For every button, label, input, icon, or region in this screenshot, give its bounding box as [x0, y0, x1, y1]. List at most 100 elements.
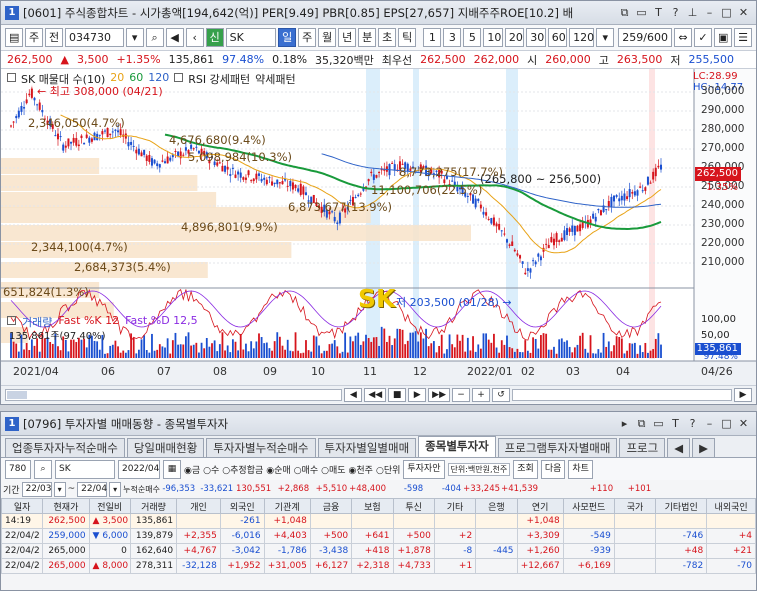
period-year[interactable]: 년: [338, 28, 357, 47]
interval-30[interactable]: 30: [526, 28, 546, 47]
table-row[interactable]: 22/04/2 265,000 0 162,640 +4,767 -3,042 -1,786…: [0, 543, 756, 559]
investor-code-input[interactable]: 780: [5, 459, 31, 479]
column-header[interactable]: 금융: [309, 498, 353, 514]
interval-20[interactable]: 20: [504, 28, 525, 47]
column-header[interactable]: 전일비: [88, 498, 131, 514]
stop-icon[interactable]: ■: [388, 387, 407, 402]
column-header[interactable]: 외국인: [219, 498, 265, 514]
radio-estimate[interactable]: ○추정합금: [222, 463, 263, 476]
link-icon[interactable]: T: [652, 6, 665, 19]
interval-1[interactable]: 1: [423, 28, 442, 47]
scroll-right-icon[interactable]: ▶▶: [428, 387, 450, 402]
chart-titlebar[interactable]: 1 [0601] 주식종합차트 - 시가총액[194,642(억)] PER[9…: [1, 1, 756, 25]
tab-scroll-left-icon[interactable]: ◀: [667, 438, 691, 457]
period-from[interactable]: 22/03: [21, 481, 52, 497]
table-row[interactable]: 14:19 262,500 ▲ 3,500 135,861 -261 +1,048 +1,0…: [0, 513, 756, 529]
tab-program-investor[interactable]: 프로그램투자자별매매: [497, 438, 618, 457]
tab-sector-cumulative[interactable]: 업종투자자누적순매수: [5, 438, 125, 457]
investor-guide-button[interactable]: 투자자안: [403, 459, 445, 479]
investor-titlebar[interactable]: 1 [0796] 투자자별 매매동향 - 종목별투자자 ▸ ⧉ ▭ T ? – …: [1, 412, 756, 436]
sound-icon[interactable]: ◀: [165, 28, 184, 47]
column-header[interactable]: 기타: [433, 498, 477, 514]
prev-stock-icon[interactable]: ‹: [185, 28, 204, 47]
radio-sell[interactable]: ○매도: [321, 463, 345, 476]
minimize-window-icon[interactable]: –: [703, 6, 716, 19]
link2-icon[interactable]: T: [669, 417, 682, 430]
interval-60[interactable]: 60: [547, 28, 568, 47]
maximize-icon[interactable]: □: [720, 6, 733, 19]
chart-area[interactable]: SK 매물대 수(10) 20 60 120 RSI 강세패턴 약세패턴 ← 최…: [1, 69, 756, 385]
column-header[interactable]: 일자: [0, 498, 44, 514]
period-minute[interactable]: 분: [358, 28, 377, 47]
tab-investor-daily[interactable]: 투자자별일별매매: [317, 438, 417, 457]
radio-qty[interactable]: ○수: [203, 463, 219, 476]
radio-unit[interactable]: ○단위: [376, 463, 400, 476]
stock-name-field[interactable]: SK: [225, 28, 277, 47]
interval-5[interactable]: 5: [463, 28, 482, 47]
period-second[interactable]: 초: [378, 28, 397, 47]
investor-name-field[interactable]: SK: [55, 459, 115, 479]
minimize-icon[interactable]: ▭: [635, 6, 648, 19]
pin-icon[interactable]: ⊥: [686, 6, 699, 19]
period-to-calendar-icon[interactable]: ▾: [109, 481, 122, 497]
help2-icon[interactable]: ?: [686, 417, 699, 430]
zoom-out-icon[interactable]: ◀: [344, 387, 363, 402]
radio-buy[interactable]: ○매수: [294, 463, 318, 476]
column-header[interactable]: 국가: [613, 498, 657, 514]
plus-icon[interactable]: +: [472, 387, 490, 402]
tab-investor-cumulative[interactable]: 투자자별누적순매수: [206, 438, 316, 457]
period-day[interactable]: 일: [278, 28, 297, 47]
chart-button[interactable]: 차트: [568, 459, 593, 479]
scroll-thumb[interactable]: [7, 390, 27, 399]
period-tick[interactable]: 틱: [398, 28, 417, 47]
period-month[interactable]: 월: [318, 28, 337, 47]
tab-program[interactable]: 프로그: [619, 438, 666, 457]
interval-120[interactable]: 120: [569, 28, 595, 47]
column-header[interactable]: 내외국인: [706, 498, 756, 514]
stock-code-input[interactable]: 034730: [65, 28, 124, 47]
period-week[interactable]: 주: [298, 28, 317, 47]
market-select[interactable]: 주: [25, 28, 43, 47]
save-icon[interactable]: ▣: [714, 28, 732, 47]
reset-icon[interactable]: ↺: [492, 387, 510, 402]
menu-icon[interactable]: ☰: [734, 28, 752, 47]
scroll-end-icon[interactable]: ▶: [734, 387, 752, 402]
close-icon[interactable]: ✕: [737, 6, 750, 19]
tab-daily-trading[interactable]: 당일매매현황: [126, 438, 205, 457]
column-header[interactable]: 기관계: [263, 498, 311, 514]
radio-net[interactable]: ◉순매: [266, 463, 290, 476]
tab-stock-investor[interactable]: 종목별투자자: [418, 436, 496, 457]
play-icon[interactable]: ▶: [408, 387, 427, 402]
minus-icon[interactable]: −: [452, 387, 470, 402]
investor-search-icon[interactable]: ⌕: [34, 459, 52, 479]
column-header[interactable]: 은행: [475, 498, 518, 514]
minimize-window2-icon[interactable]: –: [703, 417, 716, 430]
column-header[interactable]: 개인: [176, 498, 221, 514]
expand-icon[interactable]: ⇔: [674, 28, 692, 47]
column-header[interactable]: 거래량: [129, 498, 178, 514]
period-from-calendar-icon[interactable]: ▾: [53, 481, 66, 497]
minimize2-icon[interactable]: ▭: [652, 417, 665, 430]
zoom-slider[interactable]: [512, 388, 732, 401]
credit-badge[interactable]: 신: [205, 28, 224, 47]
code-dropdown-icon[interactable]: ▾: [125, 28, 144, 47]
scroll-left-icon[interactable]: ◀◀: [364, 387, 387, 402]
calendar-icon[interactable]: ▦: [163, 459, 181, 479]
arrow-right-icon[interactable]: ▸: [618, 417, 631, 430]
radio-amount[interactable]: ◉금: [184, 463, 200, 476]
query-button[interactable]: 조회: [513, 459, 538, 479]
column-header[interactable]: 연기: [516, 498, 564, 514]
close2-icon[interactable]: ✕: [737, 417, 750, 430]
column-header[interactable]: 현재가: [42, 498, 90, 514]
interval-3[interactable]: 3: [443, 28, 462, 47]
interval-dropdown-icon[interactable]: ▾: [596, 28, 615, 47]
chart-scrollbar[interactable]: [5, 388, 343, 401]
next-button[interactable]: 다음: [540, 459, 566, 479]
table-row[interactable]: 22/04/2 259,000 ▼ 6,000 139,879 +2,355 -6,016…: [0, 528, 756, 544]
data-count-field[interactable]: 259/600: [618, 28, 672, 47]
search-icon[interactable]: ⌕: [145, 28, 164, 47]
investor-date-field[interactable]: 2022/04: [118, 459, 160, 479]
column-header[interactable]: 투신: [392, 498, 435, 514]
column-header[interactable]: 기타법인: [655, 498, 708, 514]
tab-scroll-right-icon[interactable]: ▶: [692, 438, 715, 457]
